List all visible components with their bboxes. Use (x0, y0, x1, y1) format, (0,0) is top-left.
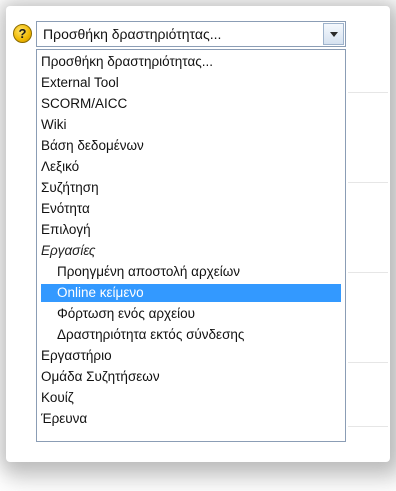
option-scorm[interactable]: SCORM/AICC (37, 95, 345, 113)
option-forum[interactable]: Ομάδα Συζητήσεων (37, 368, 345, 386)
chevron-down-icon (330, 32, 338, 37)
option-quiz[interactable]: Κουίζ (37, 389, 345, 407)
option-workshop[interactable]: Εργαστήριο (37, 347, 345, 365)
option-wiki[interactable]: Wiki (37, 116, 345, 134)
select-current-value: Προσθήκη δραστηριότητας... (43, 26, 222, 42)
option-advanced-upload[interactable]: Προηγμένη αποστολή αρχείων (37, 263, 345, 281)
option-chat[interactable]: Συζήτηση (37, 179, 345, 197)
option-offline-activity[interactable]: Δραστηριότητα εκτός σύνδεσης (37, 326, 345, 344)
rule-line (348, 92, 388, 93)
rule-line (348, 426, 388, 427)
dropdown-toggle-button[interactable] (323, 23, 344, 45)
optgroup-assignments: Εργασίες (41, 243, 96, 258)
help-icon[interactable]: ? (13, 24, 32, 43)
rule-line (348, 272, 388, 273)
option-database[interactable]: Βάση δεδομένων (37, 137, 345, 155)
option-lesson[interactable]: Ενότητα (37, 200, 345, 218)
option-online-text[interactable]: Online κείμενο (41, 284, 341, 302)
rule-line (348, 362, 388, 363)
rule-line (348, 182, 388, 183)
option-add-activity[interactable]: Προσθήκη δραστηριότητας... (37, 53, 345, 71)
add-activity-select[interactable]: Προσθήκη δραστηριότητας... (36, 21, 346, 47)
option-external-tool[interactable]: External Tool (37, 74, 345, 92)
option-choice[interactable]: Επιλογή (37, 221, 345, 239)
option-survey[interactable]: Έρευνα (37, 410, 345, 428)
option-upload-single-file[interactable]: Φόρτωση ενός αρχείου (37, 305, 345, 323)
options-list[interactable]: Προσθήκη δραστηριότητας... External Tool… (36, 49, 346, 442)
option-glossary[interactable]: Λεξικό (37, 158, 345, 176)
